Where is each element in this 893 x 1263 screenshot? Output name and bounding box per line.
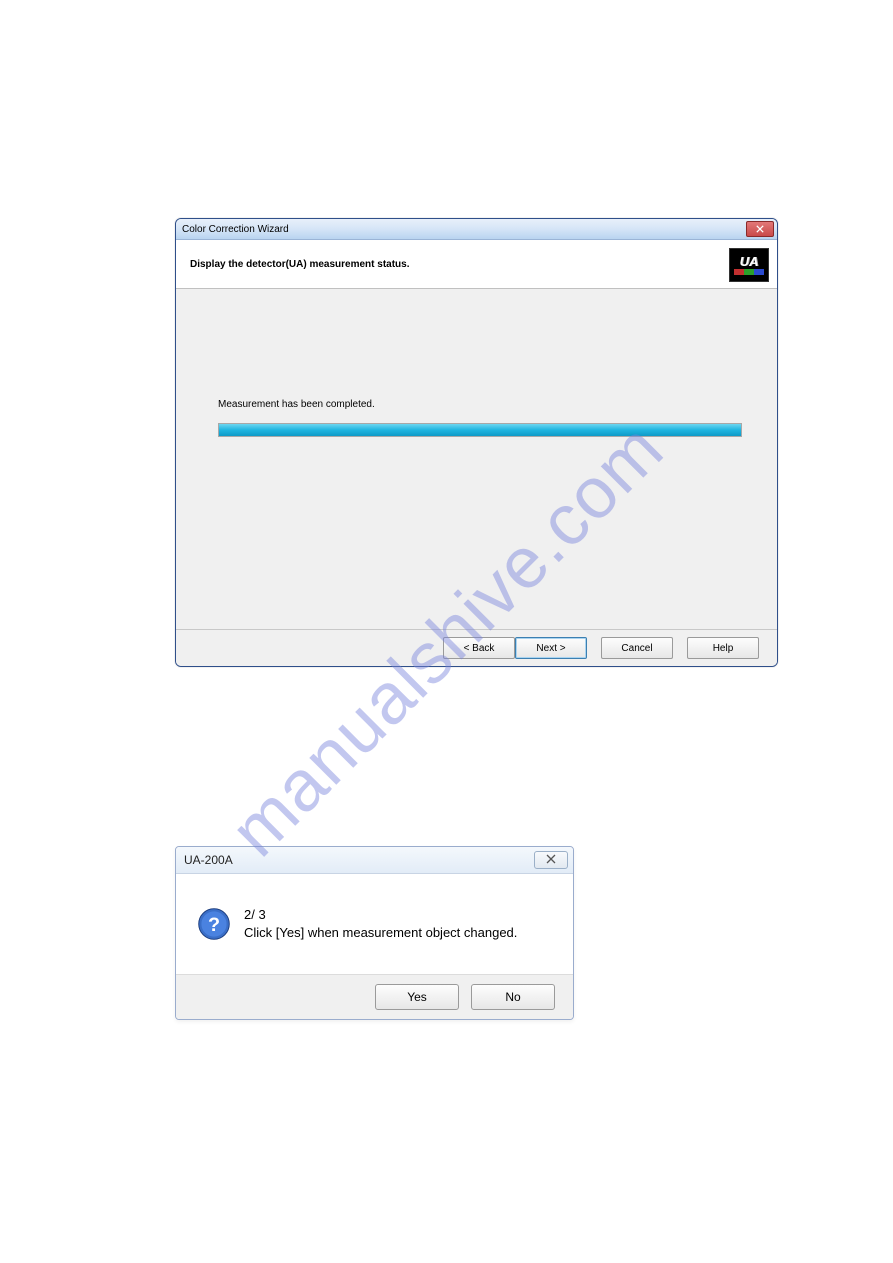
- msgbox-footer: Yes No: [176, 974, 573, 1019]
- logo-bar-red: [734, 269, 744, 275]
- yes-button[interactable]: Yes: [375, 984, 459, 1010]
- cancel-button[interactable]: Cancel: [601, 637, 673, 659]
- confirmation-dialog: UA-200A ? 2/ 3 Click [Yes] when measurem…: [175, 846, 574, 1020]
- question-icon: ?: [196, 906, 232, 942]
- wizard-title: Color Correction Wizard: [180, 224, 289, 235]
- wizard-body: Measurement has been completed.: [176, 289, 777, 629]
- close-icon: [546, 851, 556, 869]
- msgbox-message: Click [Yes] when measurement object chan…: [244, 924, 517, 942]
- wizard-close-button[interactable]: [746, 221, 774, 237]
- msgbox-text: 2/ 3 Click [Yes] when measurement object…: [244, 906, 517, 941]
- msgbox-body: ? 2/ 3 Click [Yes] when measurement obje…: [176, 874, 573, 974]
- wizard-footer: < Back Next > Cancel Help: [176, 629, 777, 666]
- logo-bar-green: [744, 269, 754, 275]
- msgbox-counter: 2/ 3: [244, 906, 517, 924]
- next-button[interactable]: Next >: [515, 637, 587, 659]
- wizard-titlebar[interactable]: Color Correction Wizard: [176, 219, 777, 240]
- color-correction-wizard: Color Correction Wizard Display the dete…: [175, 218, 778, 667]
- logo-color-bars: [734, 269, 764, 275]
- help-button[interactable]: Help: [687, 637, 759, 659]
- svg-text:?: ?: [208, 914, 220, 936]
- wizard-header: Display the detector(UA) measurement sta…: [176, 240, 777, 289]
- logo-bar-blue: [754, 269, 764, 275]
- msgbox-close-button[interactable]: [534, 851, 568, 869]
- msgbox-title: UA-200A: [184, 853, 233, 867]
- measurement-status-text: Measurement has been completed.: [218, 399, 375, 410]
- close-icon: [756, 220, 764, 238]
- back-button[interactable]: < Back: [443, 637, 515, 659]
- logo-text: UA: [740, 255, 759, 268]
- wizard-logo: UA: [729, 248, 769, 282]
- progress-bar: [218, 423, 742, 437]
- wizard-header-text: Display the detector(UA) measurement sta…: [190, 259, 410, 270]
- msgbox-titlebar[interactable]: UA-200A: [176, 847, 573, 874]
- no-button[interactable]: No: [471, 984, 555, 1010]
